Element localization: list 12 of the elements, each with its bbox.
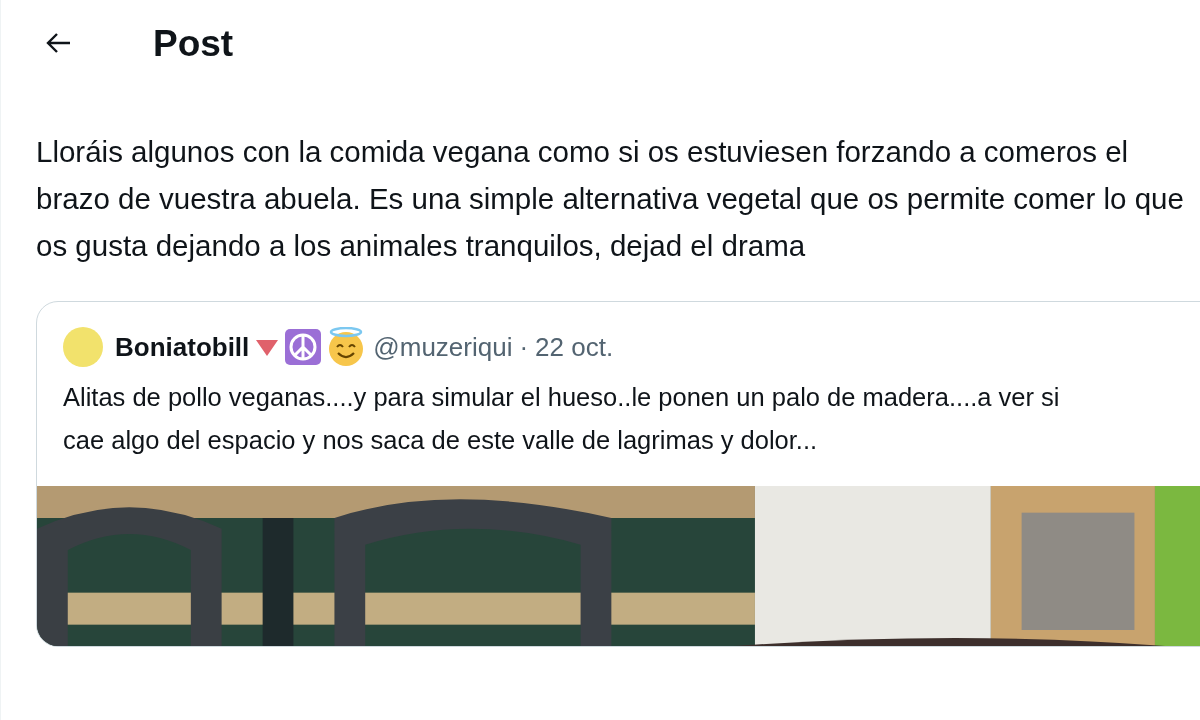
triangle-icon <box>255 337 280 357</box>
smiling-face-icon <box>327 327 366 367</box>
separator: · <box>519 331 529 363</box>
display-name: Boniatobill <box>115 331 250 363</box>
quoted-post-text: Alitas de pollo veganas....y para simular el hueso..le ponen un palo de madera....a ver si cae algo del espacio y nos saca de este valle de lagrimas y dolor... <box>63 382 1061 456</box>
user-handle[interactable]: @muzeriqui <box>373 331 513 363</box>
page-title: Post <box>153 24 234 62</box>
peace-icon <box>285 329 322 365</box>
back-button[interactable] <box>45 31 73 55</box>
quoted-post-card[interactable]: Boniatobill @muzeriqui · 22 oct. Alitas de pollo veganas....y para simular el hueso..le ponen un palo de madera....a ver si cae algo del espacio y nos saca de este valle de lagrimas y dolor... <box>36 301 1200 647</box>
post-text: Lloráis algunos con la comida vegana como si os estuviesen forzando a comeros el brazo de vuestra abuela. Es una simple alternativa vegetal que os permite comer lo que os gusta dejando a los animales tranquilos, dejad el drama <box>36 134 1185 264</box>
post-date[interactable]: 22 oct. <box>535 331 614 363</box>
